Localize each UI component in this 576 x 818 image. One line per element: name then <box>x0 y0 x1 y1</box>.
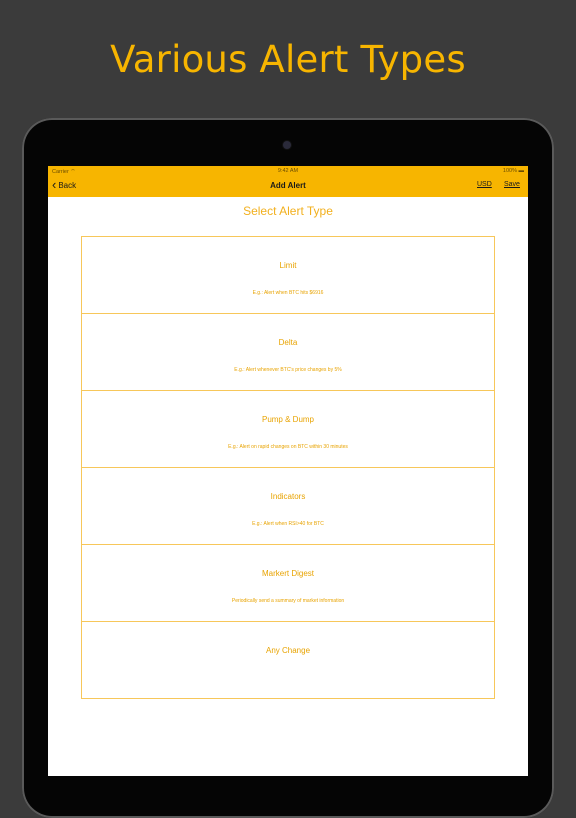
currency-button[interactable]: USD <box>477 181 492 188</box>
battery-indicator: 100% ▬ <box>502 168 524 174</box>
camera-icon <box>283 141 291 149</box>
alert-type-name: Limit <box>279 261 297 270</box>
alert-type-description: E.g.: Alert when RSI>40 for BTC <box>252 521 324 527</box>
alert-type-name: Markert Digest <box>261 569 314 578</box>
save-button[interactable]: Save <box>504 181 520 188</box>
page-title: Select Alert Type <box>243 204 333 218</box>
alert-type-description: E.g.: Alert when BTC hits $6916 <box>252 290 324 296</box>
navigation-bar: ‹ Back Add Alert USD Save <box>48 176 528 197</box>
alert-type-list: Limit E.g.: Alert when BTC hits $6916 De… <box>81 236 495 699</box>
nav-title: Add Alert <box>270 181 306 190</box>
alert-type-name: Pump & Dump <box>261 415 315 424</box>
alert-type-name: Any Change <box>265 646 311 655</box>
status-time: 9:42 AM <box>277 168 299 174</box>
alert-type-pump-dump[interactable]: Pump & Dump E.g.: Alert on rapid changes… <box>82 391 494 468</box>
alert-type-limit[interactable]: Limit E.g.: Alert when BTC hits $6916 <box>82 237 494 314</box>
alert-type-description: E.g.: Alert on rapid changes on BTC with… <box>228 444 348 450</box>
alert-type-name: Indicators <box>270 492 306 501</box>
alert-type-delta[interactable]: Delta E.g.: Alert whenever BTC's price c… <box>82 314 494 391</box>
alert-type-indicators[interactable]: Indicators E.g.: Alert when RSI>40 for B… <box>82 468 494 545</box>
app-screen: Carrier ⌔ 9:42 AM 100% ▬ ‹ Back Add Aler… <box>48 166 528 776</box>
alert-type-name: Delta <box>278 338 298 347</box>
alert-type-any-change[interactable]: Any Change <box>82 622 494 698</box>
promo-headline: Various Alert Types <box>110 38 466 81</box>
alert-type-description: Periodically send a summary of market in… <box>231 598 345 604</box>
alert-type-market-digest[interactable]: Markert Digest Periodically send a summa… <box>82 545 494 622</box>
status-bar: Carrier ⌔ 9:42 AM 100% ▬ <box>48 166 528 176</box>
alert-type-description: E.g.: Alert whenever BTC's price changes… <box>234 367 342 373</box>
